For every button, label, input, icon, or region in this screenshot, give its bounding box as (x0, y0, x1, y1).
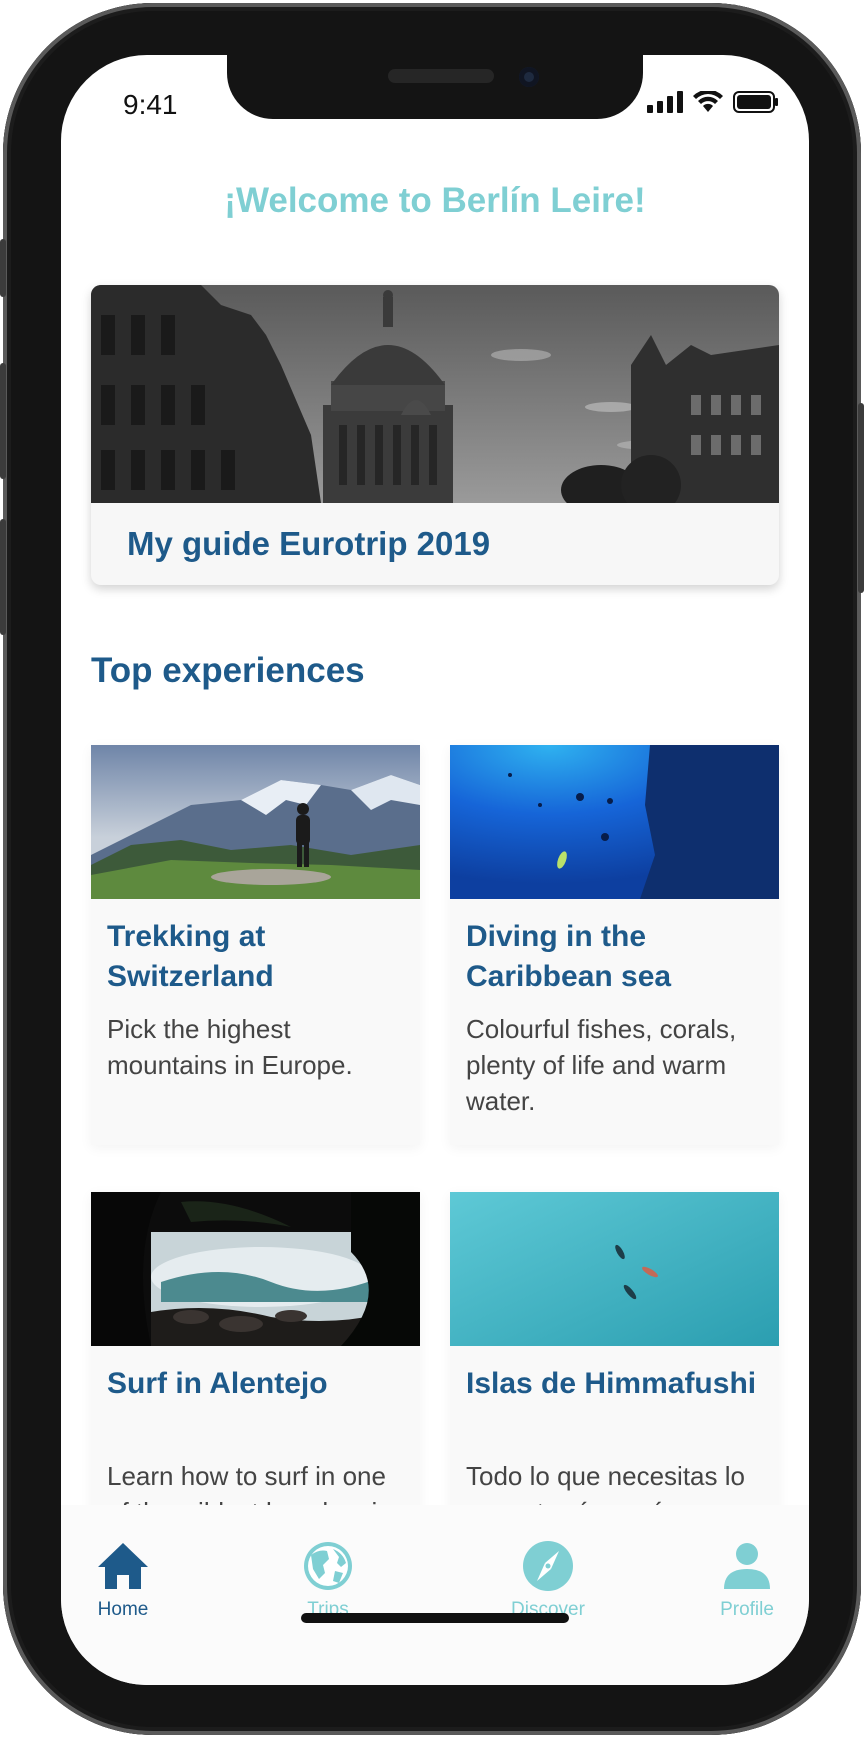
tab-label: Profile (720, 1599, 774, 1620)
tab-profile[interactable]: Profile (687, 1539, 807, 1621)
tab-discover[interactable]: Discover (488, 1539, 608, 1621)
person-icon (724, 1543, 770, 1589)
compass-icon (523, 1541, 573, 1591)
wifi-icon (693, 91, 723, 112)
front-camera (519, 67, 539, 87)
welcome-title: ¡Welcome to Berlín Leire! (224, 181, 646, 220)
home-indicator[interactable] (301, 1613, 569, 1623)
experience-title: Islas de Himmafushi (466, 1367, 757, 1400)
section-title: Top experiences (91, 651, 365, 690)
status-icons (647, 91, 779, 113)
status-time: 9:41 (123, 89, 178, 120)
volume-down-button (0, 519, 6, 635)
tab-bar: Home Trips Discover Profile (61, 1505, 809, 1685)
experience-title: Diving in the Caribbean sea (466, 920, 672, 993)
tab-label: Home (97, 1599, 149, 1620)
mute-switch (0, 239, 6, 297)
berlin-cathedral-image (91, 285, 779, 503)
surf-beach-image (91, 1192, 420, 1346)
home-icon (98, 1543, 148, 1589)
device-notch (227, 55, 643, 119)
experience-description: Colourful fishes, corals, plenty of life… (466, 1014, 737, 1116)
cellular-signal-icon (647, 91, 683, 113)
battery-icon (733, 91, 778, 113)
guide-title: My guide Eurotrip 2019 (127, 525, 491, 562)
speaker-grille (388, 69, 494, 83)
experience-card-diving[interactable]: Diving in the Caribbean sea Colourful fi… (450, 745, 779, 1145)
globe-icon (304, 1542, 352, 1590)
turquoise-sea-image (450, 1192, 779, 1346)
guide-card[interactable]: My guide Eurotrip 2019 (91, 285, 779, 585)
experience-description: Pick the highest mountains in Europe. (107, 1014, 353, 1080)
experience-title: Surf in Alentejo (107, 1367, 328, 1400)
underwater-image (450, 745, 779, 899)
mountains-image (91, 745, 420, 899)
experience-card-trekking[interactable]: Trekking at Switzerland Pick the highest… (91, 745, 420, 1145)
volume-up-button (0, 363, 6, 479)
phone-frame: 9:41 ¡Welcome to Berlín Leire! My guide … (0, 3, 864, 1735)
app-screen: 9:41 ¡Welcome to Berlín Leire! My guide … (61, 55, 809, 1685)
power-button (858, 403, 864, 593)
tab-trips[interactable]: Trips (268, 1539, 388, 1621)
experience-title: Trekking at Switzerland (107, 920, 274, 993)
tab-home[interactable]: Home (63, 1539, 183, 1621)
